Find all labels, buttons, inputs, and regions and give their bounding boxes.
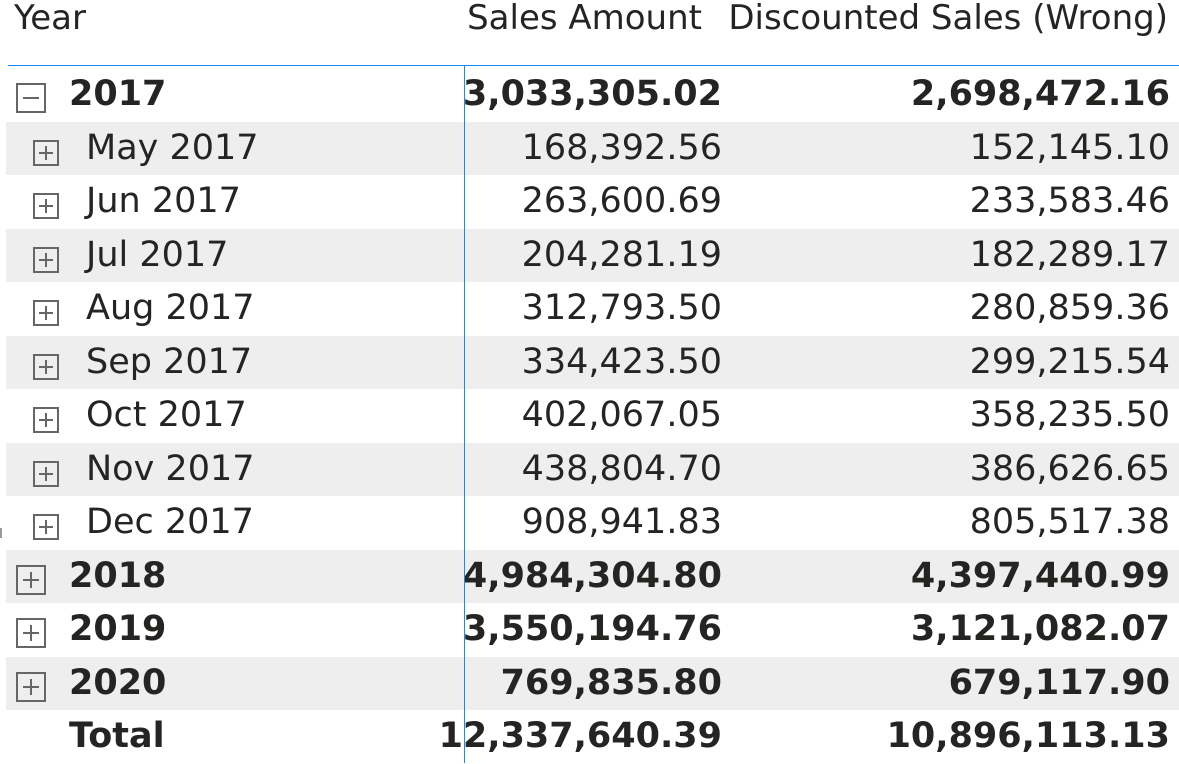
table-row-month: Sep 2017 334,423.50 299,215.54	[6, 335, 1179, 389]
discounted-sales-cell: 358,235.50	[969, 395, 1170, 435]
header-divider	[8, 65, 1179, 66]
sales-amount-cell: 168,392.56	[521, 127, 722, 168]
sales-amount-cell: 438,804.70	[521, 448, 722, 489]
row-label: Nov 2017	[86, 448, 255, 489]
row-label: Jul 2017	[86, 234, 229, 275]
sales-amount-cell: 204,281.19	[521, 234, 722, 275]
discounted-sales-cell: 2,698,472.16	[910, 74, 1170, 114]
total-discounted-sales: 10,896,113.13	[886, 716, 1170, 756]
matrix-body: 2017 3,033,305.02 2,698,472.16 May 2017 …	[6, 68, 1179, 764]
table-row-month: Nov 2017 438,804.70 386,626.65	[6, 442, 1179, 496]
discounted-sales-cell: 4,397,440.99	[910, 555, 1170, 596]
table-row-year-2020: 2020 769,835.80 679,117.90	[6, 656, 1179, 710]
discounted-sales-cell: 233,583.46	[969, 181, 1170, 221]
row-label: Jun 2017	[86, 181, 241, 221]
sales-amount-cell: 908,941.83	[521, 502, 722, 542]
sales-amount-cell: 402,067.05	[521, 395, 722, 435]
table-header: Year Sales Amount Discounted Sales (Wron…	[0, 0, 1179, 64]
table-row-year-2019: 2019 3,550,194.76 3,121,082.07	[6, 603, 1179, 657]
column-header-sales-amount[interactable]: Sales Amount	[467, 0, 702, 40]
resize-handle[interactable]	[0, 528, 2, 538]
sales-amount-cell: 4,984,304.80	[462, 555, 722, 596]
row-label: Dec 2017	[86, 502, 254, 542]
table-row-month: May 2017 168,392.56 152,145.10	[6, 121, 1179, 175]
row-label: Sep 2017	[86, 341, 253, 382]
table-row-year-2017: 2017 3,033,305.02 2,698,472.16	[6, 68, 1179, 122]
table-row-month: Dec 2017 908,941.83 805,517.38	[6, 496, 1179, 550]
row-label: Aug 2017	[86, 288, 255, 328]
column-divider	[464, 66, 465, 763]
column-header-year[interactable]: Year	[14, 0, 86, 40]
expand-icon[interactable]	[33, 139, 59, 166]
total-sales-amount: 12,337,640.39	[438, 716, 722, 756]
sales-amount-cell: 312,793.50	[521, 288, 722, 328]
discounted-sales-cell: 805,517.38	[969, 502, 1170, 542]
row-label: 2018	[69, 555, 167, 596]
row-label: 2019	[69, 609, 167, 649]
expand-icon[interactable]	[33, 460, 59, 487]
table-row-month: Jun 2017 263,600.69 233,583.46	[6, 175, 1179, 229]
expand-icon[interactable]	[16, 618, 46, 648]
expand-icon[interactable]	[33, 246, 59, 273]
expand-icon[interactable]	[16, 564, 46, 595]
sales-amount-cell: 263,600.69	[521, 181, 722, 221]
sales-amount-cell: 334,423.50	[521, 341, 722, 382]
sales-amount-cell: 3,550,194.76	[462, 609, 722, 649]
discounted-sales-cell: 299,215.54	[969, 341, 1170, 382]
collapse-icon[interactable]	[16, 83, 46, 113]
expand-icon[interactable]	[33, 193, 59, 219]
discounted-sales-cell: 182,289.17	[969, 234, 1170, 275]
row-label: Oct 2017	[86, 395, 247, 435]
expand-icon[interactable]	[33, 353, 59, 380]
row-label: 2020	[69, 662, 167, 703]
discounted-sales-cell: 3,121,082.07	[910, 609, 1170, 649]
table-row-month: Aug 2017 312,793.50 280,859.36	[6, 282, 1179, 336]
table-row-year-2018: 2018 4,984,304.80 4,397,440.99	[6, 549, 1179, 603]
table-row-total: Total 12,337,640.39 10,896,113.13	[6, 710, 1179, 764]
sales-amount-cell: 769,835.80	[500, 662, 722, 703]
expand-icon[interactable]	[33, 300, 59, 326]
table-row-month: Oct 2017 402,067.05 358,235.50	[6, 389, 1179, 443]
discounted-sales-cell: 386,626.65	[969, 448, 1170, 489]
row-label: 2017	[69, 74, 167, 114]
expand-icon[interactable]	[16, 671, 46, 702]
column-header-discounted-sales[interactable]: Discounted Sales (Wrong)	[728, 0, 1168, 40]
sales-amount-cell: 3,033,305.02	[462, 74, 722, 114]
row-label: May 2017	[86, 127, 259, 168]
discounted-sales-cell: 152,145.10	[969, 127, 1170, 168]
discounted-sales-cell: 679,117.90	[948, 662, 1170, 703]
discounted-sales-cell: 280,859.36	[969, 288, 1170, 328]
table-row-month: Jul 2017 204,281.19 182,289.17	[6, 228, 1179, 282]
total-label: Total	[69, 716, 165, 756]
expand-icon[interactable]	[33, 407, 59, 433]
expand-icon[interactable]	[33, 514, 59, 540]
